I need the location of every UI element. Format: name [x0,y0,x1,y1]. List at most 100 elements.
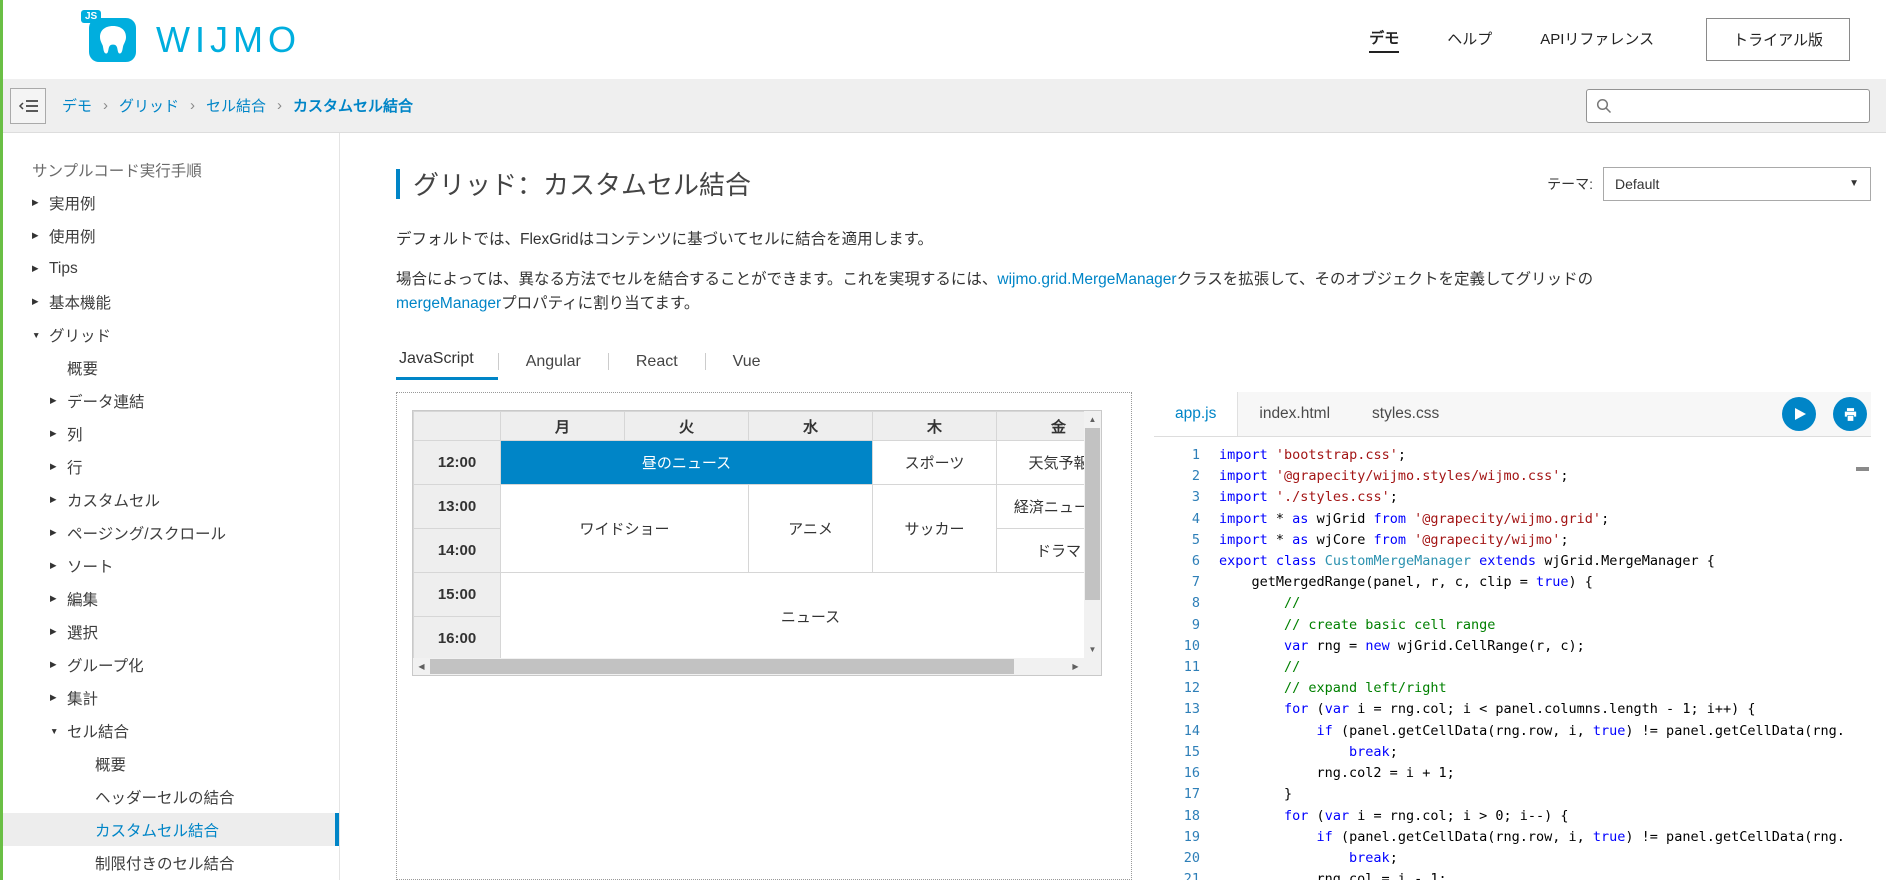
code-line: for (var i = rng.col; i > 0; i--) { [1284,807,1569,824]
code-line: import * as wjGrid from '@grapecity/wijm… [1219,510,1610,527]
vertical-scroll-thumb[interactable] [1085,428,1100,601]
sidebar-list: サンプルコード実行手順 ▶ 実用例 ▶ 使用例 ▶ Tips ▶ 基本機能 ▼ グリッド 概要 ▶ データ… [0,153,339,879]
export-button[interactable] [1833,397,1867,432]
inline-link[interactable]: mergeManager [396,295,501,312]
code-tabbar: app.js index.html styles.css [1154,392,1871,438]
code-tab-app-js[interactable]: app.js [1154,392,1239,437]
wijmo-logo[interactable]: JS WIJMO [81,9,301,65]
breadcrumb-item[interactable]: グリッド [119,95,179,116]
grid-cell[interactable]: 昼のニュース [500,440,873,486]
sidebar-item-label: ヘッダーセルの結合 [95,789,235,807]
sidebar-item-label: 選択 [67,624,99,642]
code-line: rng.col = i - 1; [1219,871,1447,880]
sidebar-item[interactable]: ▶ 実用例 [0,186,339,219]
grid-horizontal-scrollbar[interactable]: ◀ ▶ [413,658,1084,676]
sidebar-item[interactable]: ▶ 編集 [0,582,339,615]
sidebar-item-label: 集計 [67,690,99,708]
line-number: 19 [1183,828,1200,845]
grid-vertical-scrollbar[interactable]: ▲ ▼ [1084,411,1101,659]
scrollbar-corner [1084,658,1101,676]
chevron-down-icon: ▼ [50,725,59,736]
grid-cell[interactable]: ニュース [500,572,1084,659]
scroll-down-icon[interactable]: ▼ [1084,641,1101,658]
sidebar-item[interactable]: 概要 [0,351,339,384]
sidebar-item[interactable]: 制限付きのセル結合 [0,846,339,879]
code-line: import 'bootstrap.css'; [1219,447,1406,464]
sidebar-item[interactable]: ▶ 使用例 [0,219,339,252]
sidebar-item-label: 概要 [67,360,99,378]
theme-select[interactable]: Default ▼ [1603,166,1871,201]
sidebar-item[interactable]: ▶ 集計 [0,681,339,714]
scroll-up-icon[interactable]: ▲ [1084,411,1101,428]
inline-link[interactable]: wijmo.grid.MergeManager [997,271,1176,288]
editor-scrollbar-thumb[interactable] [1856,467,1869,472]
grid-cell[interactable]: サッカー [872,484,997,574]
sidebar-item-label: グループ化 [67,657,144,675]
sidebar-item-label: カスタムセル結合 [95,822,220,840]
grid-cell[interactable]: ワイドショー [500,484,749,574]
sidebar-item[interactable]: ▼ グリッド [0,318,339,351]
lang-tab-angular[interactable]: Angular [499,353,608,380]
sidebar-toggle-button[interactable] [10,87,46,124]
code-editor[interactable]: 1 2 3 4 5 6 7 8 9 10 11 12 13 14 15 16 17 18 19 20 21 import… [1154,437,1871,880]
lang-tab-vue[interactable]: Vue [706,353,788,380]
flexgrid-demo[interactable]: 月火水木金 12:00 昼のニュース スポーツ 天気予報 13:00 ワイドショー アニメ サッ… [412,410,1102,677]
sidebar-item[interactable]: ▶ Tips [0,252,339,285]
sidebar-item-label: 実用例 [49,195,96,213]
sidebar-item[interactable]: ▶ 選択 [0,615,339,648]
line-number: 3 [1191,489,1200,506]
sidebar-item[interactable]: ▶ 基本機能 [0,285,339,318]
lang-tab-javascript[interactable]: JavaScript [396,350,498,381]
run-button[interactable] [1782,397,1816,432]
js-badge: JS [81,9,102,23]
chevron-right-icon: ▶ [50,659,57,669]
line-number: 10 [1183,637,1200,654]
nav-item[interactable]: デモ [1369,27,1400,53]
theme-label: テーマ: [1547,175,1593,192]
grid-column-header [413,411,501,442]
sidebar-item[interactable]: ▶ データ連結 [0,384,339,417]
trial-button[interactable]: トライアル版 [1706,18,1850,61]
page-left-accent [0,0,3,880]
theme-select-value: Default [1615,175,1660,192]
nav-item[interactable]: APIリファレンス [1540,28,1654,52]
grid-cell[interactable]: ドラマ [996,528,1084,574]
sidebar-item[interactable]: ▶ ソート [0,549,339,582]
sidebar-item[interactable]: ▼ セル結合 [0,714,339,747]
code-tab-styles-css[interactable]: styles.css [1351,392,1460,436]
breadcrumb-item[interactable]: セル結合 [206,95,266,116]
sidebar-item-label: グリッド [49,327,112,345]
lang-tab-react[interactable]: React [609,353,705,380]
sidebar-item[interactable]: ▶ ページング/スクロール [0,516,339,549]
scroll-left-icon[interactable]: ◀ [413,658,430,675]
sidebar-item[interactable]: ▶ カスタムセル [0,483,339,516]
search-icon [1596,98,1612,113]
sidebar-item[interactable]: ヘッダーセルの結合 [0,780,339,813]
chevron-right-icon: ▶ [50,428,57,438]
horizontal-scroll-thumb[interactable] [430,659,1014,675]
breadcrumb: デモ › グリッド › セル結合 › カスタムセル結合 [62,95,413,116]
wijmo-logo-text: WIJMO [156,18,301,60]
code-line: for (var i = rng.col; i < panel.columns.… [1284,701,1756,718]
code-line: // expand left/right [1284,680,1447,697]
search-input[interactable] [1619,97,1860,114]
code-tab-index-html[interactable]: index.html [1238,392,1351,436]
grid-cell[interactable]: 天気予報 [996,440,1084,486]
grid-column-header: 木 [872,411,997,442]
code-tabbar-tabs: app.js index.html styles.css [1154,392,1460,437]
code-line: export class CustomMergeManager extends … [1219,553,1715,570]
grid-cell[interactable]: 経済ニュース [996,484,1084,530]
sidebar-item[interactable]: 概要 [0,747,339,780]
scroll-right-icon[interactable]: ▶ [1067,658,1084,675]
chevron-right-icon: ▶ [50,395,57,405]
sidebar-item[interactable]: カスタムセル結合 [0,813,339,846]
grid-cell[interactable]: スポーツ [872,440,997,486]
sidebar-item[interactable]: ▶ 行 [0,450,339,483]
sidebar-item[interactable]: サンプルコード実行手順 [0,153,339,186]
sidebar-item[interactable]: ▶ グループ化 [0,648,339,681]
nav-item[interactable]: ヘルプ [1447,28,1492,52]
breadcrumb-item[interactable]: デモ [62,95,92,116]
sidebar-item[interactable]: ▶ 列 [0,417,339,450]
breadcrumb-item[interactable]: カスタムセル結合 [293,95,413,116]
grid-cell[interactable]: アニメ [748,484,873,574]
